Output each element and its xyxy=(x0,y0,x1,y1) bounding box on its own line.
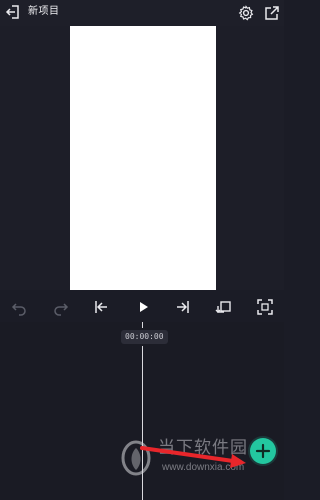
redo-icon xyxy=(54,303,69,316)
exit-icon xyxy=(5,5,19,19)
gear-icon xyxy=(238,5,254,21)
project-title: 新项目 xyxy=(28,6,60,17)
skip-to-start-icon xyxy=(95,301,107,313)
rotate-icon xyxy=(215,301,231,313)
playback-controls xyxy=(0,292,284,322)
skip-to-start-button[interactable] xyxy=(90,296,112,318)
skip-to-end-button[interactable] xyxy=(172,296,194,318)
preview-area xyxy=(0,26,284,290)
undo-button[interactable] xyxy=(8,296,30,318)
add-media-button[interactable] xyxy=(250,438,276,464)
rotate-button[interactable] xyxy=(213,296,235,318)
play-icon xyxy=(140,302,148,312)
playhead-top xyxy=(142,322,143,328)
fullscreen-button[interactable] xyxy=(254,296,276,318)
skip-to-end-icon xyxy=(177,301,189,313)
plus-icon xyxy=(255,443,271,459)
top-bar: 新项目 xyxy=(0,0,284,26)
fullscreen-icon xyxy=(257,299,273,315)
exit-button[interactable] xyxy=(4,3,22,21)
undo-icon xyxy=(11,303,26,316)
video-canvas[interactable] xyxy=(70,26,216,290)
timecode: 00:00:00 xyxy=(121,330,168,344)
export-button[interactable] xyxy=(263,4,281,22)
settings-button[interactable] xyxy=(237,4,255,22)
export-icon xyxy=(265,6,279,20)
redo-button[interactable] xyxy=(50,296,72,318)
play-button[interactable] xyxy=(132,296,154,318)
annotation-arrow-icon xyxy=(140,446,246,468)
